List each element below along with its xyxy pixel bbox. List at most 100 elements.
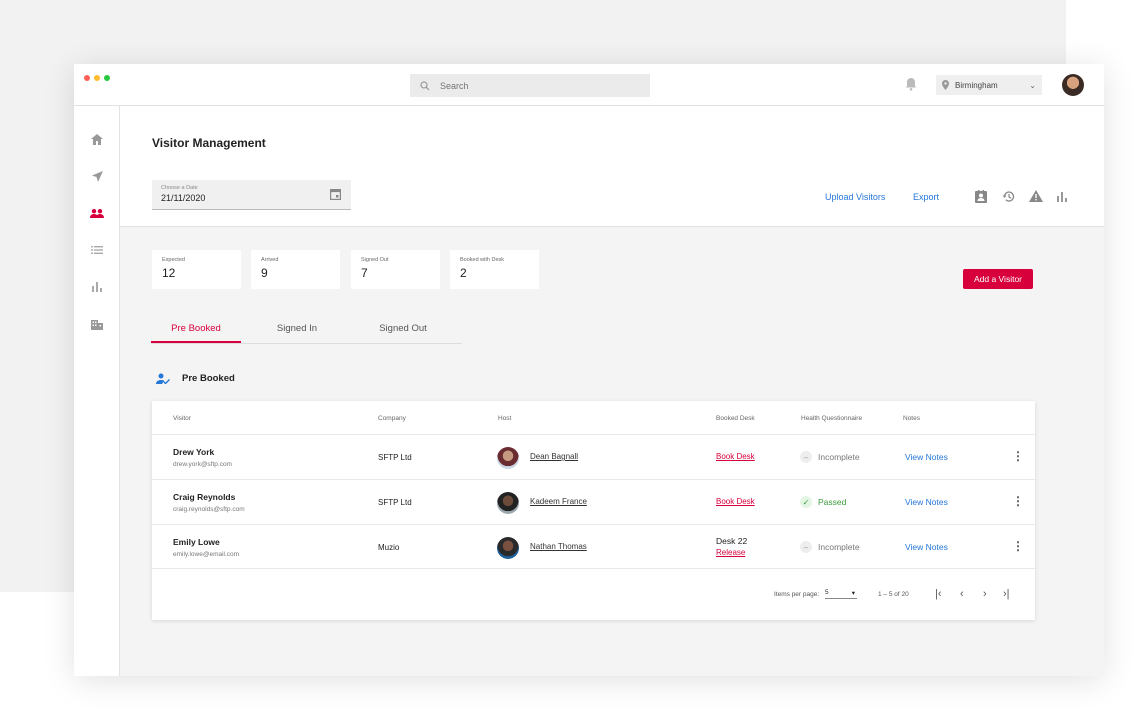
view-notes-link[interactable]: View Notes	[905, 497, 948, 507]
stat-label: Booked with Desk	[460, 257, 505, 263]
sidebar-item-visitors[interactable]	[90, 206, 104, 220]
book-desk-link[interactable]: Book Desk	[716, 497, 755, 506]
items-per-page-label: Items per page:	[774, 591, 820, 598]
people-icon	[90, 208, 104, 218]
more-options-icon[interactable]: ⋮	[1012, 450, 1024, 462]
close-window-dot[interactable]	[84, 75, 90, 81]
navigation-arrow-icon	[91, 170, 103, 182]
health-status-label: Passed	[818, 497, 847, 507]
host-link[interactable]: Dean Bagnall	[530, 452, 578, 461]
stat-label: Signed Out	[361, 257, 389, 263]
sidebar-item-navigation[interactable]	[90, 169, 104, 183]
view-notes-link[interactable]: View Notes	[905, 542, 948, 552]
tab-signed-in[interactable]: Signed In	[241, 316, 353, 343]
table-row[interactable]: Craig Reynolds craig.reynolds@sftp.com S…	[152, 479, 1035, 524]
host-avatar	[497, 447, 519, 469]
last-page-icon[interactable]: ›|	[1003, 588, 1010, 600]
list-icon	[91, 246, 103, 254]
stat-value: 9	[261, 266, 268, 280]
search-icon	[420, 80, 430, 90]
visitor-name: Emily Lowe	[173, 537, 220, 547]
tab-signed-out[interactable]: Signed Out	[353, 316, 453, 343]
stat-card-booked-with-desk: Booked with Desk 2	[450, 250, 539, 289]
health-status: – Incomplete	[800, 541, 860, 553]
visitor-email: drew.york@sftp.com	[173, 461, 232, 468]
previous-page-icon[interactable]: ‹	[960, 588, 964, 600]
dropdown-arrow-icon: ▾	[851, 590, 855, 597]
stat-value: 7	[361, 266, 368, 280]
date-field-label: Choose a Date	[161, 185, 198, 191]
app-window: Birmingham ⌄ Visitor Management Choose a…	[74, 64, 1104, 676]
user-avatar[interactable]	[1062, 74, 1084, 96]
section-header: Pre Booked	[156, 373, 235, 384]
pagination-range: 1 – 5 of 20	[878, 591, 909, 598]
booked-desk: Desk 22	[716, 536, 748, 546]
sidebar-item-buildings[interactable]	[90, 317, 104, 331]
sidebar-item-home[interactable]	[90, 132, 104, 146]
more-options-icon[interactable]: ⋮	[1012, 495, 1024, 507]
items-per-page-select[interactable]: 5 ▾	[825, 589, 857, 599]
location-select[interactable]: Birmingham ⌄	[936, 75, 1042, 95]
search-input[interactable]	[440, 80, 640, 91]
visitor-email: emily.lowe@email.com	[173, 551, 240, 558]
history-icon[interactable]	[1002, 190, 1015, 203]
stat-card-arrived: Arrived 9	[251, 250, 340, 289]
search-bar[interactable]	[410, 74, 650, 97]
company: SFTP Ltd	[378, 498, 412, 507]
calendar-icon[interactable]	[330, 188, 341, 200]
visitors-table: Visitor Company Host Booked Desk Health …	[152, 401, 1035, 620]
add-visitor-button[interactable]: Add a Visitor	[963, 269, 1033, 289]
health-status: ✓ Passed	[800, 496, 846, 508]
date-picker-field[interactable]: Choose a Date 21/11/2020	[152, 180, 351, 210]
column-header-booked-desk: Booked Desk	[716, 415, 755, 422]
minimize-window-dot[interactable]	[94, 75, 100, 81]
next-page-icon[interactable]: ›	[983, 588, 987, 600]
host-link[interactable]: Nathan Thomas	[530, 542, 587, 551]
health-status: – Incomplete	[800, 451, 860, 463]
bar-chart-icon	[92, 282, 102, 292]
analytics-icon[interactable]	[1057, 192, 1067, 202]
sidebar-item-list[interactable]	[90, 243, 104, 257]
table-row[interactable]: Emily Lowe emily.lowe@email.com Muzio Na…	[152, 524, 1035, 569]
visitor-name: Drew York	[173, 447, 215, 457]
column-header-visitor: Visitor	[173, 415, 191, 422]
release-desk-link[interactable]: Release	[716, 548, 745, 557]
building-icon	[91, 320, 103, 330]
location-label: Birmingham	[955, 80, 998, 90]
page-title: Visitor Management	[152, 136, 266, 150]
export-link[interactable]: Export	[913, 192, 939, 202]
host-avatar	[497, 492, 519, 514]
date-field-value: 21/11/2020	[161, 193, 206, 203]
chevron-down-icon: ⌄	[1029, 80, 1036, 90]
tab-pre-booked[interactable]: Pre Booked	[151, 316, 241, 343]
view-notes-link[interactable]: View Notes	[905, 452, 948, 462]
first-page-icon[interactable]: |‹	[935, 588, 942, 600]
visitor-tabs: Pre Booked Signed In Signed Out	[151, 316, 462, 344]
host-link[interactable]: Kadeem France	[530, 497, 587, 506]
column-header-host: Host	[498, 415, 512, 422]
stat-value: 12	[162, 266, 176, 280]
sidebar-item-reports[interactable]	[90, 280, 104, 294]
sidebar	[74, 106, 120, 676]
table-row[interactable]: Drew York drew.york@sftp.com SFTP Ltd De…	[152, 434, 1035, 479]
items-per-page-value: 5	[825, 589, 829, 596]
visitor-name: Craig Reynolds	[173, 492, 236, 502]
host-avatar	[497, 537, 519, 559]
page-header: Visitor Management Choose a Date 21/11/2…	[120, 106, 1104, 227]
contact-card-icon[interactable]	[975, 190, 987, 203]
check-icon: ✓	[800, 496, 812, 508]
column-header-health-questionnaire: Health Questionnaire	[801, 415, 863, 422]
upload-visitors-link[interactable]: Upload Visitors	[825, 192, 885, 202]
column-header-company: Company	[378, 415, 406, 422]
section-title: Pre Booked	[182, 373, 235, 384]
stat-card-expected: Expected 12	[152, 250, 241, 289]
bell-icon[interactable]	[905, 77, 917, 91]
more-options-icon[interactable]: ⋮	[1012, 540, 1024, 552]
visitor-email: craig.reynolds@sftp.com	[173, 506, 245, 513]
maximize-window-dot[interactable]	[104, 75, 110, 81]
warning-icon[interactable]	[1029, 190, 1043, 202]
book-desk-link[interactable]: Book Desk	[716, 452, 755, 461]
location-pin-icon	[942, 80, 949, 90]
company: SFTP Ltd	[378, 453, 412, 462]
stat-card-signed-out: Signed Out 7	[351, 250, 440, 289]
